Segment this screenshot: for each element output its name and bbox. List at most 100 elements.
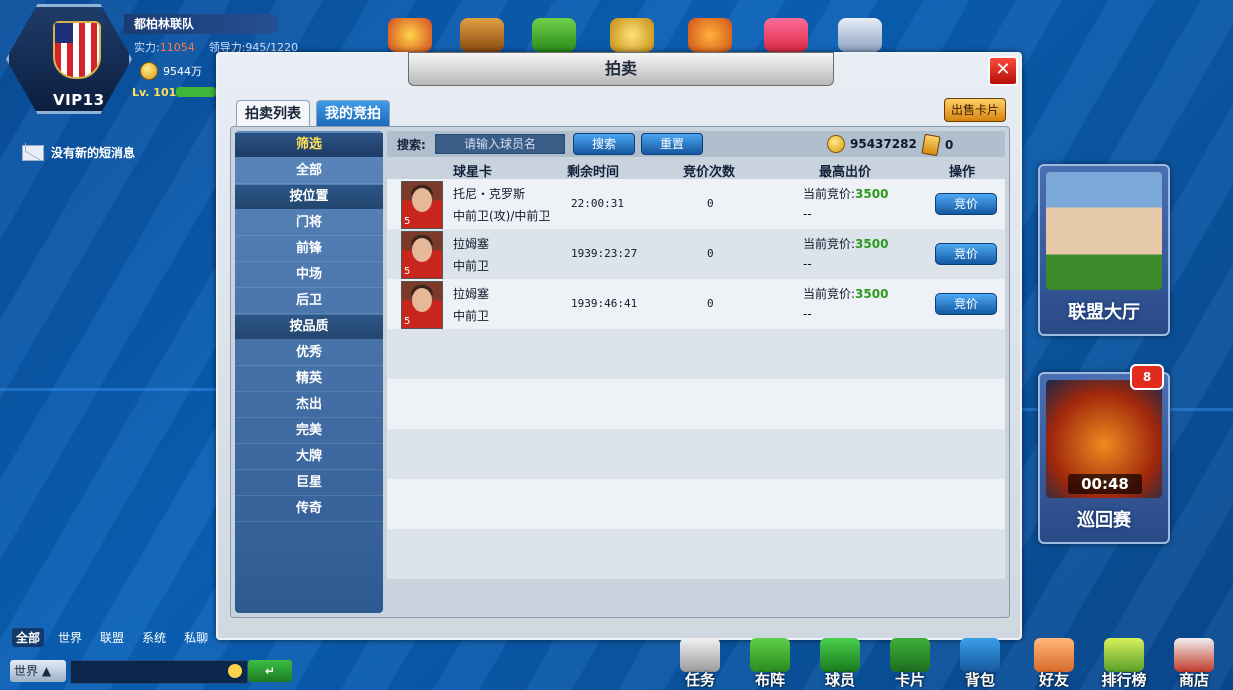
player-name: 拉姆塞 (453, 237, 490, 251)
filter-defender[interactable]: 后卫 (235, 289, 383, 314)
card-level: 5 (404, 266, 411, 277)
bid-count: 0 (707, 197, 714, 210)
chat-tab-private[interactable]: 私聊 (180, 628, 212, 647)
nav-label: 任务 (684, 671, 715, 689)
empty-row (387, 479, 1005, 529)
player-position: 中前卫 (453, 309, 490, 323)
gift-999-icon[interactable] (688, 18, 732, 52)
filter-all[interactable]: 全部 (235, 159, 383, 184)
chat-tab-world[interactable]: 世界 (54, 628, 86, 647)
col-action: 操作 (949, 165, 976, 180)
col-top-bid: 最高出价 (819, 165, 872, 180)
emoji-icon[interactable] (228, 664, 242, 678)
tab-auction-list[interactable]: 拍卖列表 (236, 100, 310, 127)
bid-button[interactable]: 竞价 (935, 193, 997, 215)
close-button[interactable]: ✕ (988, 56, 1018, 86)
table-row: 5 拉姆塞 中前卫 1939:23:27 0 当前竞价:3500 -- 竞价 (387, 229, 1005, 279)
power-label: 实力: (134, 41, 160, 54)
chevron-up-icon: ▲ (41, 664, 52, 678)
time-left: 1939:46:41 (571, 297, 638, 310)
coin-amount: 9544万 (163, 65, 202, 78)
player-face (412, 238, 432, 262)
top-bidder: -- (803, 257, 812, 271)
filter-quality-bigname[interactable]: 大牌 (235, 445, 383, 470)
tour-label: 巡回赛 (1077, 510, 1131, 531)
gold-coins-icon[interactable] (610, 18, 654, 52)
vip-level: VIP13 (53, 91, 105, 109)
filter-position-title: 按位置 (235, 185, 383, 209)
player-face (412, 288, 432, 312)
club-badge[interactable]: VIP13 (6, 4, 132, 114)
search-button[interactable]: 搜索 (573, 133, 635, 155)
table-row: 5 拉姆塞 中前卫 1939:46:41 0 当前竞价:3500 -- 竞价 (387, 279, 1005, 329)
nav-label: 好友 (1038, 671, 1069, 689)
current-bid-price: 3500 (855, 187, 889, 201)
ticket-icon[interactable] (532, 18, 576, 52)
chat-tab-system[interactable]: 系统 (138, 628, 170, 647)
player-position: 中前卫(攻)/中前卫 (453, 209, 551, 223)
current-bid-label: 当前竞价: (803, 287, 856, 301)
nav-label: 球员 (824, 671, 855, 689)
coin-balance: 9544万 (140, 62, 202, 80)
send-button[interactable]: ↵ (248, 660, 292, 682)
filter-quality-legend[interactable]: 传奇 (235, 497, 383, 522)
nav-backpack[interactable]: 背包 (950, 636, 1010, 690)
player-search-input[interactable] (435, 134, 565, 154)
card-deck-icon (890, 638, 930, 672)
filter-header: 筛选 (235, 133, 383, 157)
filter-goalkeeper[interactable]: 门将 (235, 211, 383, 236)
bid-button[interactable]: 竞价 (935, 243, 997, 265)
nav-label: 卡片 (894, 671, 925, 689)
league-hall-label: 联盟大厅 (1068, 302, 1140, 323)
trophy-gift-icon[interactable] (764, 18, 808, 52)
airplane-event-icon[interactable] (838, 18, 882, 52)
nav-leaderboard[interactable]: 排行榜 (1094, 636, 1154, 690)
background-line (0, 388, 216, 391)
filter-forward[interactable]: 前锋 (235, 237, 383, 262)
player-avatar[interactable]: 5 (401, 231, 443, 279)
player-portrait-icon[interactable] (460, 18, 504, 52)
nav-label: 布阵 (754, 671, 785, 689)
filter-quality-excellent[interactable]: 优秀 (235, 341, 383, 366)
friends-icon (1034, 638, 1074, 672)
nav-players[interactable]: 球员 (810, 636, 870, 690)
filter-quality-superstar[interactable]: 巨星 (235, 471, 383, 496)
tour-card[interactable]: 巡回赛 (1038, 372, 1170, 544)
bid-count: 0 (707, 297, 714, 310)
nav-cards[interactable]: 卡片 (880, 636, 940, 690)
player-avatar[interactable]: 5 (401, 281, 443, 329)
tab-my-bids[interactable]: 我的竞拍 (316, 100, 390, 127)
empty-row (387, 529, 1005, 579)
message-notice[interactable]: 没有新的短消息 (22, 144, 135, 161)
league-hall-card[interactable]: 联盟大厅 (1038, 164, 1170, 336)
col-card: 球星卡 (453, 165, 493, 180)
nav-task[interactable]: 任务 (670, 636, 730, 690)
filter-quality-elite[interactable]: 精英 (235, 367, 383, 392)
nav-label: 背包 (964, 671, 995, 689)
club-crest-icon (53, 21, 101, 79)
reset-button[interactable]: 重置 (641, 133, 703, 155)
filter-quality-outstanding[interactable]: 杰出 (235, 393, 383, 418)
shopping-cart-icon (1174, 638, 1214, 672)
empty-row (387, 329, 1005, 379)
card-balance-value: 0 (945, 138, 954, 152)
filter-quality-perfect[interactable]: 完美 (235, 419, 383, 444)
nav-formation[interactable]: 布阵 (740, 636, 800, 690)
chat-input[interactable] (70, 660, 248, 684)
tour-notification-badge: 8 (1130, 364, 1164, 390)
auction-table: 球星卡 剩余时间 竞价次数 最高出价 操作 5 托尼・克罗斯 中前卫(攻)/中前… (387, 159, 1005, 579)
bid-button[interactable]: 竞价 (935, 293, 997, 315)
nav-friends[interactable]: 好友 (1024, 636, 1084, 690)
top-bidder: -- (803, 307, 812, 321)
chat-channel-select[interactable]: 世界 ▲ (10, 660, 66, 682)
nav-shop[interactable]: 商店 (1164, 636, 1224, 690)
star-reward-icon[interactable] (388, 18, 432, 52)
coin-balance-display: 95437282 (827, 135, 917, 153)
filter-midfield[interactable]: 中场 (235, 263, 383, 288)
chat-tab-all[interactable]: 全部 (12, 628, 45, 647)
chat-tab-league[interactable]: 联盟 (96, 628, 128, 647)
empty-row (387, 379, 1005, 429)
sell-card-button[interactable]: 出售卡片 (944, 98, 1006, 122)
auction-dialog: 拍卖 ✕ 拍卖列表 我的竞拍 出售卡片 筛选 全部 按位置 门将 前锋 中场 后… (216, 52, 1022, 640)
player-avatar[interactable]: 5 (401, 181, 443, 229)
